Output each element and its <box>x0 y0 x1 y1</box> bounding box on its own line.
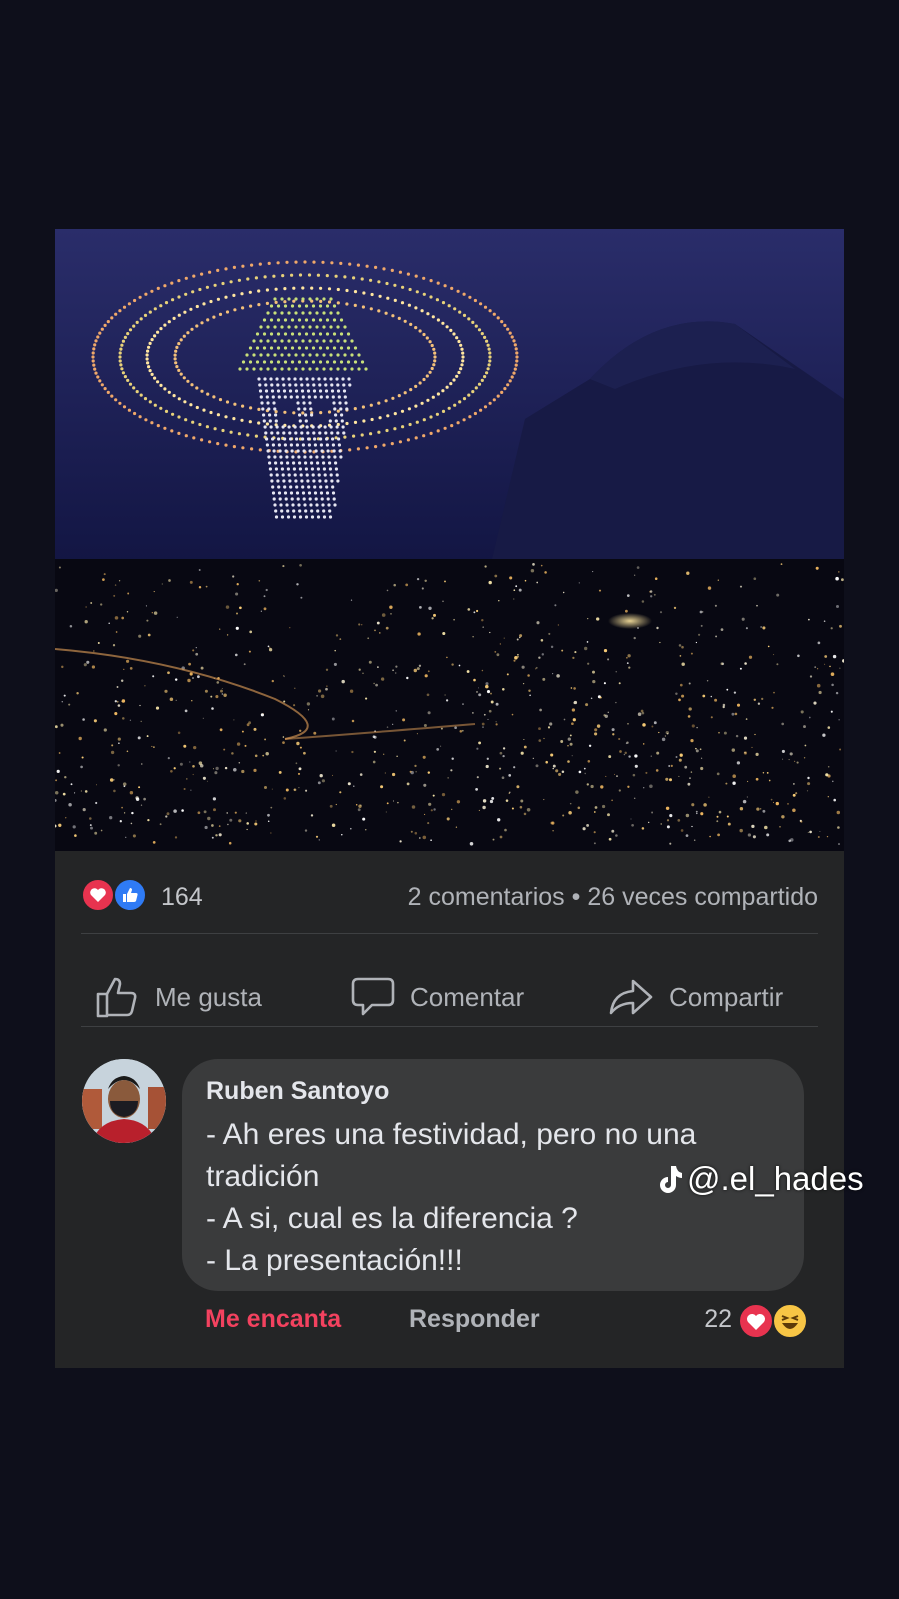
watermark-handle: @.el_hades <box>687 1160 864 1197</box>
love-icon <box>81 878 115 912</box>
comment-line: - A si, cual es la diferencia ? <box>206 1202 578 1235</box>
like-button[interactable]: Me gusta <box>95 949 262 1045</box>
thumbs-up-icon <box>96 977 137 1018</box>
comment-label: Comentar <box>410 981 525 1012</box>
avatar[interactable] <box>82 1059 166 1143</box>
share-icon <box>609 979 653 1015</box>
share-button[interactable]: Compartir <box>607 949 783 1045</box>
share-label: Compartir <box>669 981 784 1012</box>
comment-button[interactable]: Comentar <box>350 949 524 1045</box>
reaction-count: 164 <box>161 883 203 911</box>
like-label: Me gusta <box>155 981 262 1012</box>
comment-line: - Ah eres una festividad, pero no una <box>206 1118 697 1151</box>
love-reaction-button[interactable]: Me encanta <box>205 1305 341 1334</box>
tiktok-icon <box>660 1166 682 1193</box>
divider <box>81 933 818 934</box>
reply-button[interactable]: Responder <box>409 1305 540 1334</box>
reaction-icons <box>81 878 153 914</box>
comment-author[interactable]: Ruben Santoyo <box>206 1077 780 1106</box>
comment-reactions[interactable]: 22 <box>698 1301 818 1341</box>
comment-reaction-count: 22 <box>704 1305 732 1333</box>
divider <box>81 1026 818 1027</box>
post-actions: Me gusta Comentar Compartir <box>55 949 844 1045</box>
comment: Ruben Santoyo - Ah eres una festividad, … <box>55 1059 844 1359</box>
post-image[interactable] <box>55 229 844 851</box>
haha-icon <box>772 1303 808 1339</box>
like-icon <box>113 878 147 912</box>
comment-icon <box>351 977 395 1016</box>
tiktok-watermark: @.el_hades <box>657 1160 864 1198</box>
post-stats[interactable]: 2 comentarios • 26 veces compartido <box>408 883 818 912</box>
drone-show-photo <box>55 229 844 851</box>
love-icon <box>738 1303 774 1339</box>
comment-line: - La presentación!!! <box>206 1244 463 1277</box>
